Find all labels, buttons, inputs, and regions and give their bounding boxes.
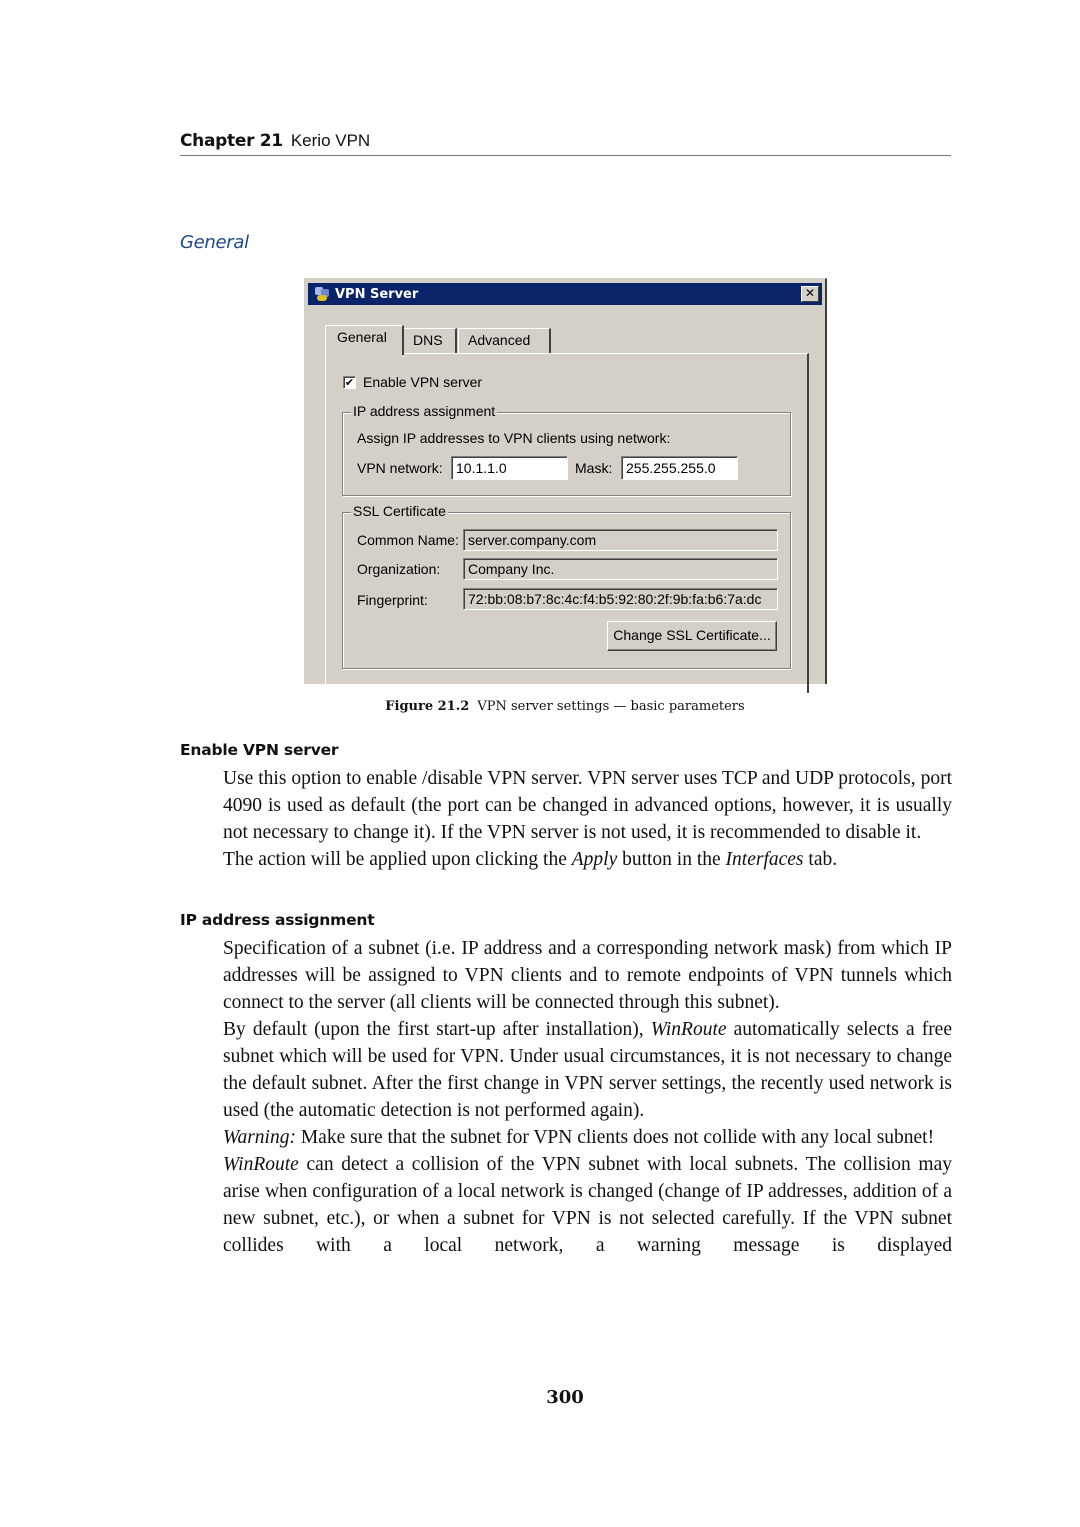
ip-group-legend: IP address assignment bbox=[351, 403, 498, 419]
tab-advanced[interactable]: Advanced bbox=[458, 328, 551, 353]
organization-field: Company Inc. bbox=[463, 558, 778, 580]
enable-vpn-server-option[interactable]: ✔ Enable VPN server bbox=[343, 374, 482, 390]
organization-label: Organization: bbox=[357, 561, 441, 577]
paragraph: The action will be applied upon clicking… bbox=[223, 849, 838, 870]
page-number: 300 bbox=[546, 1387, 584, 1408]
common-name-label: Common Name: bbox=[357, 532, 459, 548]
ssl-certificate-group: SSL Certificate Common Name: server.comp… bbox=[342, 503, 791, 669]
chapter-title: Kerio VPN bbox=[290, 131, 371, 150]
section-title: General bbox=[180, 232, 249, 253]
vpn-network-label: VPN network: bbox=[357, 460, 443, 476]
ip-address-assignment-group: IP address assignment Assign IP addresse… bbox=[342, 403, 791, 496]
chapter-number: Chapter 21 bbox=[180, 131, 283, 151]
paragraph: Use this option to enable /disable VPN s… bbox=[223, 768, 952, 843]
ssl-group-legend: SSL Certificate bbox=[351, 503, 448, 519]
figure-caption-text: VPN server settings — basic parameters bbox=[477, 699, 745, 714]
running-head: Chapter 21 Kerio VPN bbox=[180, 131, 951, 156]
dialog-title: VPN Server bbox=[335, 286, 419, 302]
tab-dns[interactable]: DNS bbox=[403, 328, 457, 353]
vpn-server-app-icon bbox=[314, 286, 330, 302]
checkmark-icon: ✔ bbox=[344, 375, 355, 389]
definition-term: IP address assignment bbox=[180, 911, 375, 929]
dialog-titlebar[interactable]: VPN Server ✕ bbox=[308, 283, 822, 305]
figure-caption: Figure 21.2 VPN server settings — basic p… bbox=[0, 699, 1080, 714]
vpn-server-dialog: VPN Server ✕ General DNS Advanced ✔ Enab… bbox=[304, 278, 827, 693]
fingerprint-label: Fingerprint: bbox=[357, 592, 428, 608]
paragraph: Warning: Make sure that the subnet for V… bbox=[223, 1127, 935, 1148]
tab-general[interactable]: General bbox=[325, 325, 404, 355]
enable-vpn-server-checkbox[interactable]: ✔ bbox=[343, 375, 356, 389]
definition-body: Use this option to enable /disable VPN s… bbox=[223, 765, 952, 873]
mask-input[interactable]: 255.255.255.0 bbox=[621, 456, 738, 480]
change-ssl-certificate-button[interactable]: Change SSL Certificate... bbox=[607, 621, 777, 651]
paragraph: By default (upon the first start-up afte… bbox=[223, 1019, 952, 1121]
paragraph: WinRoute can detect a collision of the V… bbox=[223, 1154, 952, 1256]
definition-body: Specification of a subnet (i.e. IP addre… bbox=[223, 935, 952, 1259]
enable-vpn-server-label: Enable VPN server bbox=[363, 374, 483, 390]
vpn-network-input[interactable]: 10.1.1.0 bbox=[451, 456, 568, 480]
definition-term: Enable VPN server bbox=[180, 741, 339, 759]
close-icon: ✕ bbox=[804, 286, 816, 300]
paragraph: Specification of a subnet (i.e. IP addre… bbox=[223, 938, 952, 1013]
fingerprint-field: 72:bb:08:b7:8c:4c:f4:b5:92:80:2f:9b:fa:b… bbox=[463, 588, 778, 610]
common-name-field: server.company.com bbox=[463, 529, 778, 551]
ip-group-description: Assign IP addresses to VPN clients using… bbox=[357, 430, 671, 446]
close-button[interactable]: ✕ bbox=[801, 286, 819, 302]
mask-label: Mask: bbox=[575, 460, 613, 476]
figure-number: Figure 21.2 bbox=[385, 699, 470, 714]
general-tab-panel: ✔ Enable VPN server IP address assignmen… bbox=[325, 353, 809, 693]
